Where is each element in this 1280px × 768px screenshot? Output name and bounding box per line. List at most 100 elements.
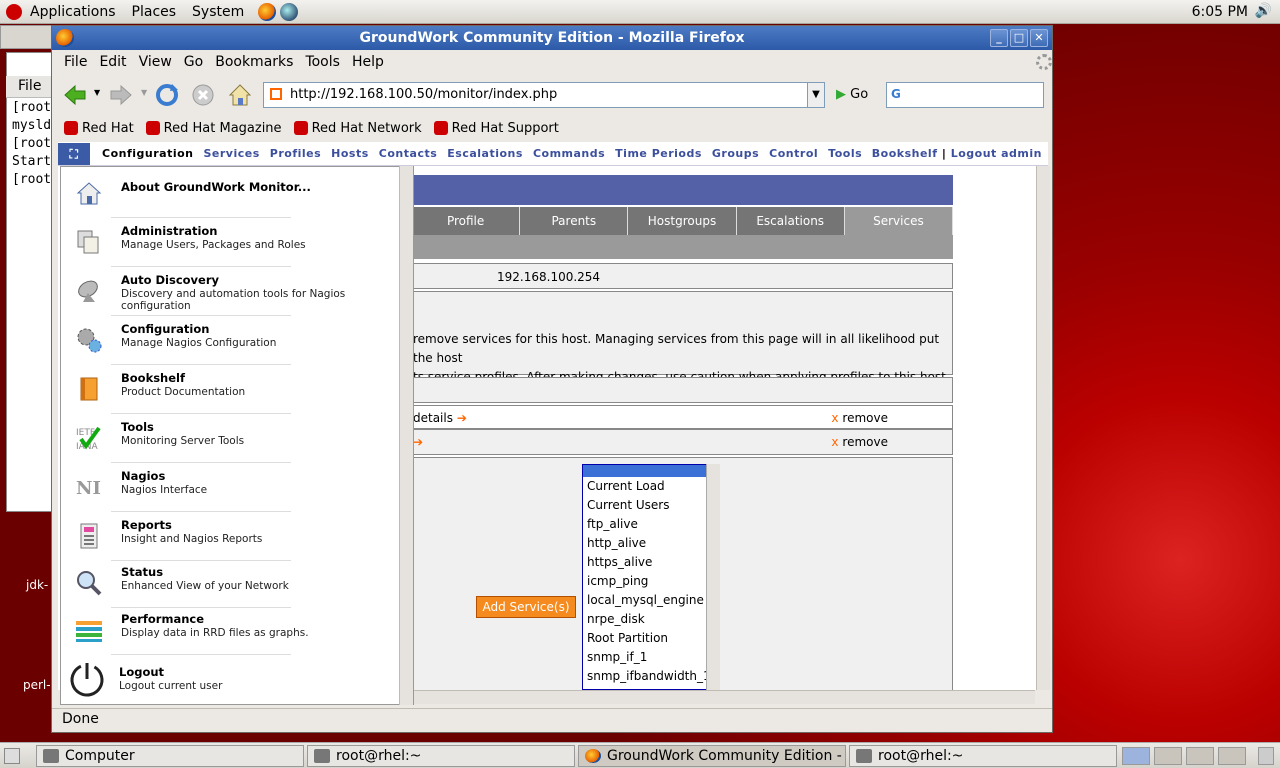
nav-bookshelf[interactable]: Bookshelf [872, 147, 938, 160]
menu-item-configuration[interactable]: Configuration Manage Nagios Configuratio… [61, 318, 401, 366]
menu-item-bookshelf[interactable]: Bookshelf Product Documentation [61, 367, 401, 415]
terminal-icon [856, 749, 872, 763]
workspace-2[interactable] [1154, 747, 1182, 765]
bookmark-red-hat-magazine[interactable]: Red Hat Magazine [145, 121, 282, 136]
list-item[interactable]: Root Partition [583, 629, 719, 648]
bookmark-red-hat-support[interactable]: Red Hat Support [433, 121, 559, 136]
nav-commands[interactable]: Commands [533, 147, 605, 160]
task-terminal-1[interactable]: root@rhel:~ [307, 745, 575, 767]
list-item[interactable]: Current Users [583, 496, 719, 515]
groundwork-logo-icon[interactable]: ⛶ [58, 142, 90, 165]
task-terminal-2[interactable]: root@rhel:~ [849, 745, 1117, 767]
nav-tools[interactable]: Tools [828, 147, 862, 160]
nav-groups[interactable]: Groups [712, 147, 759, 160]
nav-escalations[interactable]: Escalations [447, 147, 523, 160]
show-desktop-icon[interactable] [4, 748, 20, 764]
nav-control[interactable]: Control [769, 147, 818, 160]
menu-file[interactable]: File [64, 54, 87, 70]
menu-item-nagios[interactable]: NI Nagios Nagios Interface [61, 465, 401, 513]
page-vertical-scrollbar[interactable] [1036, 166, 1050, 690]
menu-go[interactable]: Go [184, 54, 203, 70]
minimize-button[interactable]: _ [990, 29, 1008, 47]
workspace-4[interactable] [1218, 747, 1246, 765]
menu-item-status[interactable]: Status Enhanced View of your Network [61, 561, 401, 609]
url-history-dropdown[interactable]: ▼ [807, 82, 825, 108]
list-item[interactable]: nrpe_disk [583, 610, 719, 629]
list-item[interactable]: snmp_if_1 [583, 648, 719, 667]
tab-profile[interactable]: Profile [412, 207, 521, 235]
forward-icon[interactable] [108, 82, 134, 108]
back-dropdown-icon[interactable]: ▼ [94, 88, 100, 97]
forward-dropdown-icon[interactable]: ▼ [141, 88, 147, 97]
tab-services[interactable]: Services [844, 207, 954, 235]
menu-tools[interactable]: Tools [305, 54, 340, 70]
places-menu[interactable]: Places [124, 4, 185, 20]
task-computer[interactable]: Computer [36, 745, 304, 767]
tab-parents[interactable]: Parents [520, 207, 629, 235]
network-launcher-icon[interactable] [280, 2, 299, 21]
menu-item-performance[interactable]: Performance Display data in RRD files as… [61, 608, 401, 656]
add-services-button[interactable]: Add Service(s) [476, 596, 576, 618]
remove-link[interactable]: x remove [831, 435, 888, 449]
menu-item-logout[interactable]: Logout Logout current user [61, 655, 401, 703]
task-firefox[interactable]: GroundWork Community Edition - ... [578, 745, 846, 767]
window-titlebar[interactable]: GroundWork Community Edition - Mozilla F… [52, 26, 1052, 50]
home-icon[interactable] [227, 82, 253, 108]
menu-help[interactable]: Help [352, 54, 384, 70]
workspace-3[interactable] [1186, 747, 1214, 765]
menu-edit[interactable]: Edit [99, 54, 126, 70]
tab-escalations[interactable]: Escalations [736, 207, 845, 235]
reload-icon[interactable] [154, 82, 180, 108]
service-details-link[interactable]: details ➔ [413, 411, 467, 425]
list-item[interactable]: snmp_ifbandwidth_1 [583, 667, 719, 686]
url-text: http://192.168.100.50/monitor/index.php [290, 87, 558, 102]
system-menu[interactable]: System [184, 4, 252, 20]
list-item[interactable]: icmp_ping [583, 572, 719, 591]
remove-link[interactable]: x remove [831, 411, 888, 425]
stop-icon[interactable] [190, 82, 216, 108]
menu-item-tools[interactable]: IETF IANA Tools Monitoring Server Tools [61, 416, 401, 464]
close-button[interactable]: ✕ [1030, 29, 1048, 47]
clock[interactable]: 6:05 PM [1192, 4, 1248, 20]
list-item[interactable]: Current Load [583, 477, 719, 496]
workspace-1[interactable] [1122, 747, 1150, 765]
list-item[interactable]: http_alive [583, 534, 719, 553]
service-list-scrollbar[interactable] [706, 464, 720, 690]
menu-view[interactable]: View [139, 54, 172, 70]
menu-bookmarks[interactable]: Bookmarks [215, 54, 293, 70]
volume-icon[interactable]: 🔊 [1255, 3, 1272, 19]
nav-contacts[interactable]: Contacts [379, 147, 437, 160]
bookmark-red-hat[interactable]: Red Hat [64, 121, 134, 136]
menu-item-about[interactable]: About GroundWork Monitor... [61, 171, 401, 219]
list-item[interactable]: ftp_alive [583, 515, 719, 534]
bookmark-red-hat-network[interactable]: Red Hat Network [293, 121, 422, 136]
firefox-icon [585, 749, 601, 763]
desktop-icon-jdk[interactable]: jdk- [26, 578, 48, 592]
applications-menu[interactable]: Applications [22, 4, 124, 20]
go-button[interactable]: ▶ Go [836, 87, 868, 102]
nav-profiles[interactable]: Profiles [270, 147, 321, 160]
menu-item-administration[interactable]: Administration Manage Users, Packages an… [61, 220, 401, 268]
back-icon[interactable] [62, 82, 88, 108]
nav-logout[interactable]: Logout admin [951, 147, 1042, 160]
firefox-icon[interactable] [56, 29, 74, 47]
list-item-selected[interactable] [583, 465, 719, 477]
dropdown-menu-scrollbar[interactable] [399, 166, 413, 705]
url-input[interactable]: http://192.168.100.50/monitor/index.php [263, 82, 823, 108]
search-input[interactable]: G [886, 82, 1044, 108]
maximize-button[interactable]: □ [1010, 29, 1028, 47]
trash-icon[interactable] [1258, 747, 1274, 765]
desktop-icon-perl[interactable]: perl- [23, 678, 51, 692]
arrow-right-icon[interactable]: ➔ [413, 435, 423, 449]
tab-hostgroups[interactable]: Hostgroups [628, 207, 737, 235]
menu-item-auto-discovery[interactable]: Auto Discovery Discovery and automation … [61, 269, 401, 317]
firefox-launcher-icon[interactable] [258, 2, 277, 21]
nav-hosts[interactable]: Hosts [331, 147, 369, 160]
nav-time-periods[interactable]: Time Periods [615, 147, 702, 160]
list-item[interactable]: https_alive [583, 553, 719, 572]
service-select-list[interactable]: Current Load Current Users ftp_alive htt… [582, 464, 720, 690]
list-item[interactable]: local_mysql_engine [583, 591, 719, 610]
nav-services[interactable]: Services [204, 147, 260, 160]
menu-item-reports[interactable]: Reports Insight and Nagios Reports [61, 514, 401, 562]
nav-configuration[interactable]: Configuration [102, 147, 194, 160]
